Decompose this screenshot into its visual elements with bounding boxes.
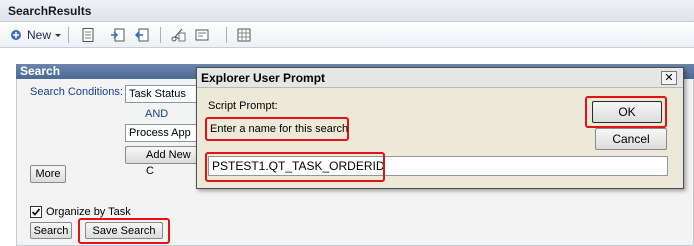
import-icon[interactable]	[110, 27, 126, 43]
search-button[interactable]: Search	[30, 222, 72, 239]
page-title: SearchResults	[8, 4, 92, 18]
document-icon[interactable]	[80, 27, 96, 43]
save-search-button[interactable]: Save Search	[85, 222, 163, 239]
organize-checkbox[interactable]	[30, 206, 42, 218]
toolbar	[0, 22, 694, 48]
ok-button[interactable]: OK	[592, 101, 662, 123]
toolbar-separator	[226, 27, 227, 43]
title-bar	[0, 0, 694, 22]
grid-icon[interactable]	[236, 27, 252, 43]
new-button[interactable]: New	[8, 27, 62, 43]
export-icon[interactable]	[134, 27, 150, 43]
new-icon	[11, 30, 21, 40]
add-new-condition-button[interactable]: Add New C	[125, 146, 200, 177]
condition-field-task-status[interactable]: Task Status	[125, 85, 200, 103]
toolbar-separator	[68, 27, 69, 43]
dialog-title: Explorer User Prompt	[201, 71, 326, 85]
chevron-down-icon	[55, 34, 62, 37]
cut-icon[interactable]	[170, 27, 186, 43]
search-title: Search	[20, 64, 61, 78]
script-prompt-label: Script Prompt:	[208, 100, 278, 112]
and-label: AND	[145, 108, 169, 120]
close-icon[interactable]: ✕	[661, 71, 677, 85]
search-conditions-label: Search Conditions:	[30, 86, 123, 98]
cancel-button[interactable]: Cancel	[595, 128, 667, 150]
new-label: New	[27, 28, 52, 42]
more-button[interactable]: More	[30, 165, 66, 183]
input-highlight	[205, 152, 385, 182]
checkmark-icon	[31, 208, 41, 216]
toolbar-separator	[160, 27, 161, 43]
properties-icon[interactable]	[194, 27, 210, 43]
condition-field-process-app[interactable]: Process App	[125, 124, 200, 142]
prompt-text: Enter a name for this search	[210, 123, 349, 135]
organize-label: Organize by Task	[46, 206, 131, 218]
